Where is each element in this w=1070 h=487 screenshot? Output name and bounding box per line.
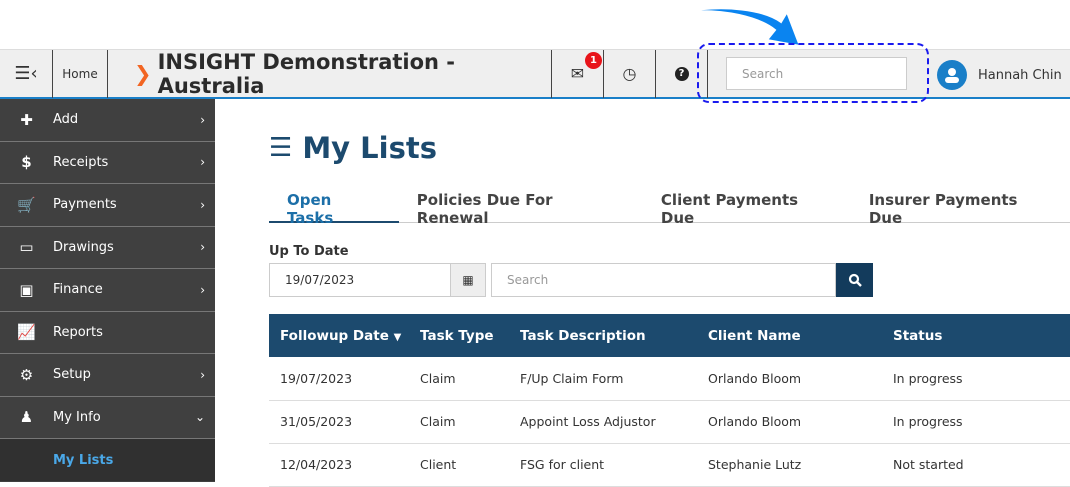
mail-badge: 1 <box>585 51 602 69</box>
chevron-right-icon: › <box>200 155 205 170</box>
table-cell: Claim <box>409 400 509 444</box>
calendar-icon: ▦ <box>462 273 474 287</box>
sidebar-item-label: Finance <box>53 282 103 298</box>
menu-toggle-button[interactable]: ☰‹ <box>0 49 53 98</box>
table-cell: 19/07/2023 <box>269 357 409 401</box>
tabs: Open Tasks Policies Due For Renewal Clie… <box>269 191 1070 227</box>
line-chart-icon: 📈 <box>17 323 36 342</box>
sidebar-item-setup[interactable]: ⚙ Setup › <box>0 354 215 397</box>
table-cell: In progress <box>882 400 1070 444</box>
user-name: Hannah Chin <box>978 67 1062 83</box>
list-icon: ☰ <box>269 133 293 163</box>
sidebar: ✚ Add › $ Receipts › 🛒 Payments › ▭ Drawings › ▣… <box>0 99 215 482</box>
question-icon: ? <box>674 66 689 81</box>
sidebar-item-finance[interactable]: ▣ Finance › <box>0 269 215 312</box>
sidebar-item-label: My Info <box>53 409 101 425</box>
table-cell: Not started <box>882 443 1070 487</box>
avatar-icon <box>937 60 967 90</box>
envelope-icon: ✉ <box>570 64 585 83</box>
table-cell: Appoint Loss Adjustor <box>509 400 697 444</box>
table-row[interactable]: 12/04/2023 Client FSG for client Stephanie … <box>269 443 1070 487</box>
user-menu[interactable]: Hannah Chin <box>937 60 1062 90</box>
filters: 19/07/2023 ▦ Search <box>269 263 1070 297</box>
chevron-right-icon: › <box>200 367 205 382</box>
help-button[interactable]: ? <box>656 49 708 98</box>
tab-insurer-payments[interactable]: Insurer Payments Due <box>851 191 1070 227</box>
money-icon: ▣ <box>19 280 34 299</box>
task-search-input[interactable]: Search <box>491 263 836 297</box>
header-search-input[interactable]: Search <box>726 57 907 90</box>
page-title: ☰ My Lists <box>269 131 1070 165</box>
app-title: ❯ INSIGHT Demonstration - Australia <box>108 49 552 98</box>
sidebar-item-label: Drawings <box>53 239 114 255</box>
table-cell: Orlando Bloom <box>697 400 882 444</box>
sidebar-item-drawings[interactable]: ▭ Drawings › <box>0 227 215 269</box>
column-header-label: Followup Date <box>280 327 389 344</box>
gears-icon: ⚙ <box>19 365 34 384</box>
search-icon <box>848 273 862 287</box>
cart-icon: 🛒 <box>17 195 36 214</box>
column-header-status[interactable]: Status <box>882 314 1070 357</box>
logo-icon: ❯ <box>134 61 152 86</box>
chevron-down-icon: ⌄ <box>194 410 205 425</box>
sidebar-item-label: Add <box>53 112 79 128</box>
table-cell: Stephanie Lutz <box>697 443 882 487</box>
table-cell: F/Up Claim Form <box>509 357 697 401</box>
sidebar-item-label: Payments <box>53 197 117 213</box>
tab-policies-due[interactable]: Policies Due For Renewal <box>399 191 643 227</box>
user-pin-icon: ♟ <box>19 408 34 427</box>
page-title-text: My Lists <box>302 131 437 165</box>
annotation-arrow <box>682 7 802 48</box>
sidebar-item-label: Reports <box>53 324 103 340</box>
sort-down-icon: ▼ <box>393 331 402 343</box>
column-header-client-name[interactable]: Client Name <box>697 314 882 357</box>
chevron-right-icon: › <box>200 197 205 212</box>
calendar-button[interactable]: ▦ <box>451 263 486 297</box>
table-cell: FSG for client <box>509 443 697 487</box>
credit-card-icon: ▭ <box>19 238 34 257</box>
sidebar-item-my-info[interactable]: ♟ My Info ⌄ <box>0 397 215 439</box>
sidebar-item-add[interactable]: ✚ Add › <box>0 99 215 142</box>
search-button[interactable] <box>836 263 873 297</box>
column-header-task-type[interactable]: Task Type <box>409 314 509 357</box>
table-row[interactable]: 31/05/2023 Claim Appoint Loss Adjustor Orla… <box>269 400 1070 444</box>
history-button[interactable]: ◷ <box>604 49 656 98</box>
tab-open-tasks[interactable]: Open Tasks <box>269 191 399 227</box>
table-cell: Client <box>409 443 509 487</box>
column-header-followup-date[interactable]: Followup Date ▼ <box>269 314 409 357</box>
tab-client-payments[interactable]: Client Payments Due <box>643 191 851 227</box>
tasks-table: Followup Date ▼ Task Type Task Descripti… <box>269 314 1070 487</box>
dollar-icon: $ <box>21 153 32 172</box>
sidebar-subitem-my-lists[interactable]: My Lists <box>0 439 215 481</box>
chevron-right-icon: › <box>200 112 205 127</box>
table-cell: Orlando Bloom <box>697 357 882 401</box>
plus-icon: ✚ <box>20 110 33 129</box>
chevron-right-icon: › <box>200 282 205 297</box>
home-link[interactable]: Home <box>53 49 108 98</box>
mail-button[interactable]: ✉ 1 <box>552 49 604 98</box>
chevron-right-icon: › <box>200 240 205 255</box>
top-header: ☰‹ Home ❯ INSIGHT Demonstration - Austral… <box>0 49 1070 99</box>
sidebar-item-reports[interactable]: 📈 Reports <box>0 312 215 354</box>
sidebar-item-payments[interactable]: 🛒 Payments › <box>0 184 215 227</box>
column-header-task-description[interactable]: Task Description <box>509 314 697 357</box>
filter-label: Up To Date <box>269 244 349 259</box>
table-cell: 12/04/2023 <box>269 443 409 487</box>
table-row[interactable]: 19/07/2023 Claim F/Up Claim Form Orlando Bl… <box>269 357 1070 401</box>
sidebar-item-receipts[interactable]: $ Receipts › <box>0 142 215 184</box>
date-input[interactable]: 19/07/2023 <box>269 263 451 297</box>
sidebar-item-label: Receipts <box>53 154 109 170</box>
table-cell: In progress <box>882 357 1070 401</box>
sidebar-item-label: Setup <box>53 367 91 383</box>
clock-icon: ◷ <box>622 64 637 83</box>
main-content: ☰ My Lists Open Tasks Policies Due For Re… <box>269 99 1070 487</box>
table-cell: Claim <box>409 357 509 401</box>
app-title-text: INSIGHT Demonstration - Australia <box>157 49 456 98</box>
table-cell: 31/05/2023 <box>269 400 409 444</box>
